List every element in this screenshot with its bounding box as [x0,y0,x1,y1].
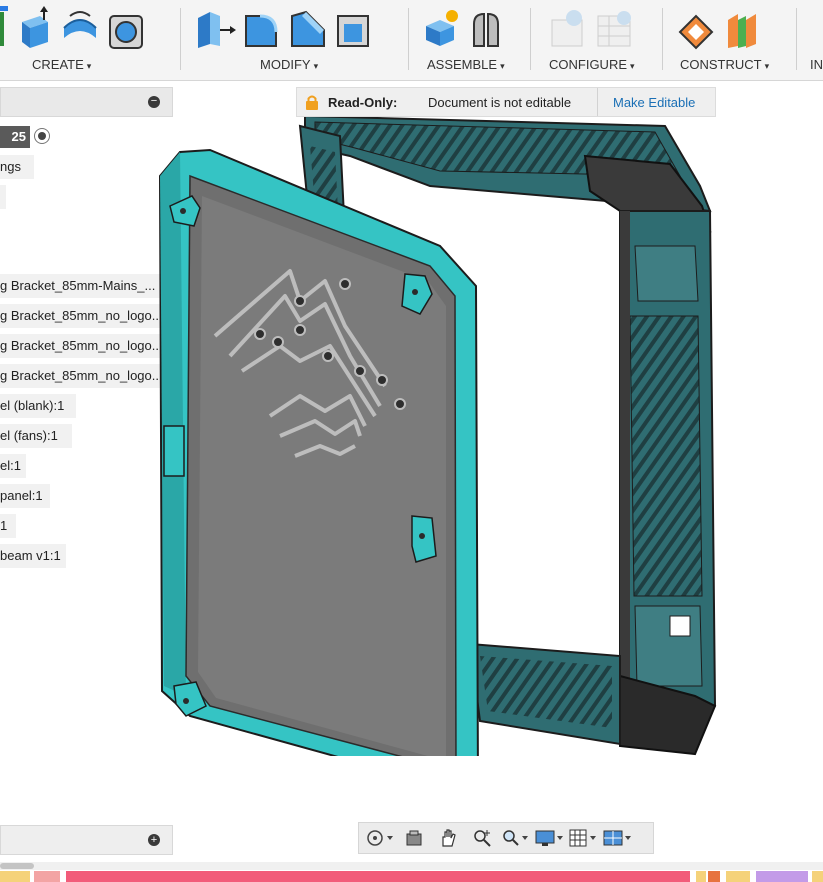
timeline-feature[interactable] [812,871,823,882]
timeline-feature[interactable] [756,871,808,882]
chamfer-icon[interactable] [286,6,326,50]
assemble-menu[interactable]: ASSEMBLE ▾ [427,57,505,72]
browser-item-panel-blank[interactable]: el (blank):1 [0,394,76,418]
midplane-icon[interactable] [722,6,762,50]
look-at-icon[interactable] [399,826,429,850]
browser-item-label: beam v1:1 [0,548,61,563]
toolbar: CREATE ▾ MODIFY ▾ ASSEMBLE ▾ CONFIGURE ▾… [0,0,823,81]
offset-plane-icon[interactable] [676,6,716,50]
create-group: CREATE ▾ [0,0,180,80]
inspect-menu[interactable]: IN [810,57,823,72]
toolbar-separator [662,8,663,70]
timeline-feature[interactable] [34,871,60,882]
configure-menu[interactable]: CONFIGURE ▾ [549,57,635,72]
browser-item-stub [0,185,6,209]
read-only-message: Document is not editable [428,95,572,110]
browser-item-label: g Bracket_85mm_no_logo... [0,338,163,353]
browser-item-label: el:1 [0,458,21,473]
pan-icon[interactable] [433,826,463,850]
browser-item-bracket-no-logo-2[interactable]: g Bracket_85mm_no_logo... [0,334,170,358]
browser-item-named-views[interactable]: ngs [0,155,34,179]
version-badge: 25 [0,126,30,148]
timeline[interactable] [0,871,823,882]
active-version-radio[interactable] [34,128,50,144]
browser-header: − [0,87,173,117]
toolbar-separator [180,8,181,70]
browser-item-label: el (blank):1 [0,398,65,413]
hole-icon[interactable] [106,6,146,50]
browser-item-label: el (fans):1 [0,428,58,443]
timeline-feature[interactable] [696,871,706,882]
toolbar-separator [796,8,797,70]
assemble-group: ASSEMBLE ▾ [416,0,528,80]
press-pull-icon[interactable] [194,6,236,50]
browser-item-bracket-mains[interactable]: g Bracket_85mm-Mains_... [0,274,170,298]
browser-item-label: panel:1 [0,488,43,503]
front-panel [158,148,479,756]
viewports-icon[interactable] [603,826,633,850]
browser-item-label: g Bracket_85mm_no_logo... [0,368,163,383]
grid-icon[interactable] [569,826,599,850]
banner-divider [597,88,598,116]
new-component-assemble-icon[interactable] [420,6,460,50]
browser-item-component[interactable]: 1 [0,514,16,538]
configure-grid-icon[interactable] [594,6,634,50]
extrude-icon[interactable] [14,6,54,50]
browser-item-bracket-no-logo-3[interactable]: g Bracket_85mm_no_logo... [0,364,170,388]
display-settings-icon[interactable] [535,826,565,850]
toolbar-separator [408,8,409,70]
shell-icon[interactable] [332,6,372,50]
timeline-scrollbar[interactable] [0,862,823,870]
revolve-icon[interactable] [60,6,100,50]
new-component-icon[interactable] [0,6,8,50]
expand-comments-button[interactable]: + [148,834,160,846]
orbit-icon[interactable] [365,826,395,850]
fillet-icon[interactable] [240,6,280,50]
zoom-window-icon[interactable] [467,826,497,850]
browser-item-panel-fans[interactable]: el (fans):1 [0,424,72,448]
construct-group: CONSTRUCT ▾ [670,0,794,80]
read-only-banner: Read-Only: Document is not editable Make… [296,87,716,117]
browser-item-bracket-no-logo-1[interactable]: g Bracket_85mm_no_logo... [0,304,170,328]
timeline-feature[interactable] [726,871,750,882]
configure-group: CONFIGURE ▾ [538,0,658,80]
collapse-browser-button[interactable]: − [148,96,160,108]
modify-menu[interactable]: MODIFY ▾ [260,57,318,72]
comments-panel-header: + [0,825,173,855]
zoom-icon[interactable] [501,826,531,850]
timeline-feature[interactable] [66,871,690,882]
browser-item-panel[interactable]: el:1 [0,454,26,478]
modify-group: MODIFY ▾ [190,0,406,80]
browser-item-label: 1 [0,518,8,533]
toolbar-separator [530,8,531,70]
timeline-feature[interactable] [0,871,30,882]
construct-menu[interactable]: CONSTRUCT ▾ [680,57,769,72]
browser-item-label: g Bracket_85mm_no_logo... [0,308,163,323]
joint-icon[interactable] [466,6,506,50]
timeline-feature[interactable] [708,871,720,882]
timeline-scroll-thumb[interactable] [0,863,34,869]
lock-icon [305,94,319,113]
browser-item-label: g Bracket_85mm-Mains_... [0,278,156,293]
browser-item-beam[interactable]: beam v1:1 [0,544,66,568]
browser-item-side-panel[interactable]: panel:1 [0,484,50,508]
configure-table-icon[interactable] [548,6,588,50]
navigation-bar [358,822,654,854]
browser-item-label: ngs [0,159,21,174]
read-only-title: Read-Only: [328,95,398,110]
model-viewport[interactable] [150,116,730,756]
make-editable-link[interactable]: Make Editable [613,95,695,110]
create-menu[interactable]: CREATE ▾ [32,57,91,72]
